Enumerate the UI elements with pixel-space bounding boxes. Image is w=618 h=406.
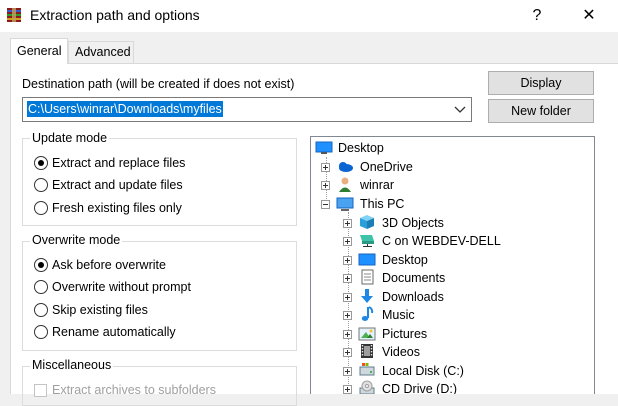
tree-item-label: Videos	[382, 345, 420, 359]
expand-icon[interactable]	[343, 330, 352, 339]
tree-item-label: winrar	[360, 178, 395, 192]
tree-item-onedrive[interactable]: OneDrive	[311, 158, 591, 176]
expand-icon[interactable]	[343, 274, 352, 283]
cd-drive-icon	[359, 380, 375, 394]
tree-item-local-disk[interactable]: Local Disk (C:)	[311, 362, 591, 380]
tab-general[interactable]: General	[10, 38, 68, 64]
tree-item-label: Music	[382, 308, 415, 322]
winrar-app-icon	[7, 8, 21, 22]
documents-icon	[361, 269, 374, 285]
computer-icon	[336, 197, 354, 211]
desktop-icon	[358, 253, 376, 266]
tree-item-downloads[interactable]: Downloads	[311, 288, 591, 306]
expand-icon[interactable]	[343, 348, 352, 357]
collapse-icon[interactable]	[321, 200, 330, 209]
update-mode-label: Update mode	[30, 131, 110, 145]
tree-item-label: This PC	[360, 197, 405, 211]
new-folder-button[interactable]: New folder	[488, 99, 594, 123]
help-button[interactable]: ?	[514, 0, 560, 32]
downloads-icon	[361, 289, 373, 303]
expand-icon[interactable]	[343, 219, 352, 228]
checkbox[interactable]	[34, 384, 47, 397]
option-label: Rename automatically	[52, 325, 176, 339]
tree-item-label: C on WEBDEV-DELL	[382, 234, 501, 248]
tree-item-label: 3D Objects	[382, 216, 444, 230]
expand-icon[interactable]	[343, 237, 352, 246]
expand-icon[interactable]	[343, 385, 352, 394]
radio-button-selected[interactable]	[34, 258, 48, 272]
option-label: Extract and update files	[52, 178, 183, 192]
tree-item-label: Documents	[382, 271, 446, 285]
display-button[interactable]: Display	[488, 71, 594, 95]
tree-item-winrar[interactable]: winrar	[311, 176, 591, 194]
expand-icon[interactable]	[343, 256, 352, 265]
window-title: Extraction path and options	[30, 7, 200, 23]
tree-item-label: Desktop	[382, 253, 428, 267]
folder-tree[interactable]: Desktop OneDrive winrar This PC 3D Objec…	[310, 136, 595, 394]
title-bar: Extraction path and options ? ✕	[0, 0, 618, 32]
chevron-down-icon[interactable]	[453, 102, 467, 116]
radio-button[interactable]	[34, 325, 48, 339]
tree-item-label: Downloads	[382, 290, 444, 304]
option-label: Extract archives to subfolders	[52, 383, 216, 397]
tree-item-this-pc[interactable]: This PC	[311, 195, 591, 213]
miscellaneous-label: Miscellaneous	[30, 358, 114, 372]
tab-advanced[interactable]: Advanced	[68, 41, 134, 63]
cloud-icon	[339, 162, 353, 172]
tree-item-3d-objects[interactable]: 3D Objects	[311, 214, 591, 232]
option-label: Overwrite without prompt	[52, 280, 191, 294]
close-button[interactable]: ✕	[566, 0, 612, 32]
radio-button[interactable]	[34, 178, 48, 192]
tree-item-music[interactable]: Music	[311, 306, 591, 324]
videos-icon	[361, 344, 373, 358]
overwrite-mode-label: Overwrite mode	[30, 233, 123, 247]
expand-icon[interactable]	[321, 163, 330, 172]
radio-button[interactable]	[34, 280, 48, 294]
tree-item-label: Desktop	[338, 141, 384, 155]
expand-icon[interactable]	[343, 367, 352, 376]
expand-icon[interactable]	[321, 181, 330, 190]
destination-path-label: Destination path (will be created if doe…	[22, 77, 295, 91]
tree-item-documents[interactable]: Documents	[311, 269, 591, 287]
expand-icon[interactable]	[343, 293, 352, 302]
pictures-icon	[358, 327, 376, 341]
option-label: Fresh existing files only	[52, 201, 182, 215]
tree-item-desktop-root[interactable]: Desktop	[311, 139, 591, 157]
radio-button[interactable]	[34, 201, 48, 215]
radio-button-selected[interactable]	[34, 156, 48, 170]
desktop-icon	[315, 141, 333, 154]
radio-button[interactable]	[34, 303, 48, 317]
tree-item-label: CD Drive (D:)	[382, 382, 457, 394]
disk-icon	[359, 363, 375, 376]
tree-item-label: Pictures	[382, 327, 428, 341]
expand-icon[interactable]	[343, 311, 352, 320]
cube-icon	[360, 215, 374, 229]
tree-item-network-drive[interactable]: C on WEBDEV-DELL	[311, 232, 591, 250]
tree-item-cd-drive[interactable]: CD Drive (D:)	[311, 380, 591, 394]
tree-item-videos[interactable]: Videos	[311, 343, 591, 361]
option-label: Ask before overwrite	[52, 258, 166, 272]
tree-item-label: Local Disk (C:)	[382, 364, 464, 378]
tree-item-pictures[interactable]: Pictures	[311, 325, 591, 343]
network-drive-icon	[360, 235, 374, 247]
user-icon	[339, 177, 351, 192]
tree-item-label: OneDrive	[360, 160, 413, 174]
destination-path-combobox[interactable]: C:\Users\winrar\Downloads\myfiles	[22, 97, 472, 122]
option-label: Skip existing files	[52, 303, 148, 317]
option-label: Extract and replace files	[52, 156, 186, 170]
music-icon	[361, 306, 374, 321]
tree-item-desktop[interactable]: Desktop	[311, 251, 591, 269]
destination-path-value[interactable]: C:\Users\winrar\Downloads\myfiles	[27, 101, 223, 117]
